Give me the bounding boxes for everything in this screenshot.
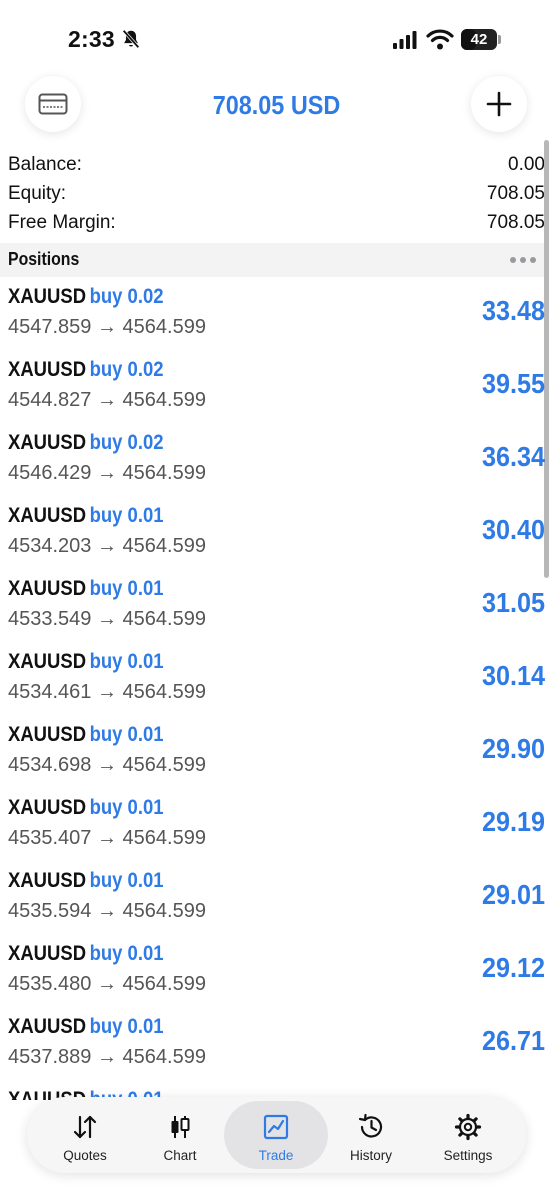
- bell-muted-icon: [122, 29, 140, 49]
- equity-label: Equity:: [8, 183, 67, 204]
- position-profit: 31.05: [481, 587, 545, 618]
- position-symbol: XAUUSD: [8, 431, 87, 454]
- account-equity-title: 708.05 USD: [212, 90, 341, 120]
- position-side: buy 0.01: [89, 577, 164, 600]
- position-prices: 4534.698 → 4564.599: [8, 754, 206, 776]
- position-side: buy 0.02: [89, 431, 164, 454]
- status-time: 2:33: [68, 26, 115, 52]
- position-prices: 4535.480 → 4564.599: [8, 973, 206, 995]
- balance-label: Balance:: [8, 154, 82, 175]
- position-symbol: XAUUSD: [8, 796, 87, 819]
- new-order-button[interactable]: [471, 76, 527, 132]
- position-row[interactable]: XAUUSD buy 0.01 4534.461 → 4564.599 30.14: [0, 645, 553, 718]
- position-profit: 30.40: [481, 514, 545, 545]
- position-profit: 36.34: [481, 441, 545, 472]
- position-side: buy 0.01: [89, 869, 164, 892]
- tab-chart-label: Chart: [163, 1148, 197, 1163]
- history-icon: [358, 1113, 383, 1138]
- position-profit: 39.55: [481, 368, 545, 399]
- tab-trade-label: Trade: [258, 1148, 294, 1163]
- gear-icon: [454, 1113, 482, 1141]
- position-side: buy 0.02: [89, 358, 164, 381]
- position-row[interactable]: XAUUSD buy 0.02 4546.429 → 4564.599 36.34: [0, 426, 553, 499]
- trade-chart-icon: [263, 1114, 289, 1140]
- position-prices: 4547.859 → 4564.599: [8, 316, 206, 338]
- position-row[interactable]: XAUUSD buy 0.01 4537.889 → 4564.599 26.71: [0, 1010, 553, 1083]
- position-profit: 26.71: [481, 1025, 545, 1056]
- positions-section-header: Positions: [0, 243, 546, 277]
- tab-quotes-label: Quotes: [63, 1148, 107, 1163]
- more-options-icon[interactable]: [510, 257, 536, 263]
- tab-history-label: History: [349, 1148, 392, 1163]
- positions-title: Positions: [8, 249, 80, 269]
- position-row[interactable]: XAUUSD buy 0.01 4535.594 → 4564.599 29.01: [0, 864, 553, 937]
- tab-history[interactable]: History: [319, 1101, 423, 1169]
- position-profit: 29.90: [481, 733, 545, 764]
- position-row[interactable]: XAUUSD buy 0.02 4544.827 → 4564.599 39.55: [0, 353, 553, 426]
- position-symbol: XAUUSD: [8, 285, 87, 308]
- header: 708.05 USD: [0, 76, 553, 138]
- position-symbol: XAUUSD: [8, 942, 87, 965]
- position-side: buy 0.01: [89, 504, 164, 527]
- tab-settings[interactable]: Settings: [416, 1101, 520, 1169]
- position-symbol: XAUUSD: [8, 650, 87, 673]
- position-symbol: XAUUSD: [8, 504, 87, 527]
- position-side: buy 0.01: [89, 796, 164, 819]
- position-symbol: XAUUSD: [8, 577, 87, 600]
- positions-list: XAUUSD buy 0.02 4547.859 → 4564.599 33.48…: [0, 280, 553, 1100]
- position-profit: 30.14: [481, 660, 545, 691]
- position-prices: 4535.594 → 4564.599: [8, 900, 206, 922]
- equity-row: Equity: 708.05: [8, 183, 545, 211]
- candlestick-icon: [171, 1116, 190, 1138]
- position-prices: 4534.461 → 4564.599: [8, 681, 206, 703]
- position-row[interactable]: XAUUSD buy 0.01 4535.480 → 4564.599 29.12: [0, 937, 553, 1010]
- position-row[interactable]: XAUUSD buy 0.01 4535.407 → 4564.599 29.19: [0, 791, 553, 864]
- position-row[interactable]: XAUUSD buy 0.01 4534.698 → 4564.599 29.90: [0, 718, 553, 791]
- position-symbol: XAUUSD: [8, 723, 87, 746]
- signal-icon: [393, 31, 417, 49]
- tab-chart[interactable]: Chart: [128, 1101, 232, 1169]
- position-profit: 33.48: [481, 295, 545, 326]
- position-side: buy 0.01: [89, 942, 164, 965]
- position-side: buy 0.01: [89, 650, 164, 673]
- position-side: buy 0.01: [89, 723, 164, 746]
- position-side: buy 0.02: [89, 285, 164, 308]
- free-margin-value: 708.05: [486, 212, 545, 233]
- position-symbol: XAUUSD: [8, 1015, 87, 1038]
- position-prices: 4544.827 → 4564.599: [8, 389, 206, 411]
- equity-value: 708.05: [486, 183, 545, 204]
- battery-cap: [498, 35, 501, 44]
- position-prices: 4534.203 → 4564.599: [8, 535, 206, 557]
- position-prices: 4537.889 → 4564.599: [8, 1046, 206, 1068]
- position-profit: 29.19: [481, 806, 545, 837]
- free-margin-row: Free Margin: 708.05: [8, 212, 545, 240]
- tab-quotes[interactable]: Quotes: [33, 1101, 137, 1169]
- position-symbol: XAUUSD: [8, 358, 87, 381]
- battery-indicator: 42: [461, 29, 497, 50]
- tab-settings-label: Settings: [443, 1148, 493, 1163]
- wifi-icon: [426, 29, 454, 50]
- tab-trade[interactable]: Trade: [224, 1101, 328, 1169]
- free-margin-label: Free Margin:: [8, 212, 116, 233]
- position-prices: 4533.549 → 4564.599: [8, 608, 206, 630]
- position-row[interactable]: XAUUSD buy 0.01 4533.549 → 4564.599 31.05: [0, 572, 553, 645]
- position-profit: 29.01: [481, 879, 545, 910]
- balance-value: 0.00: [508, 154, 545, 175]
- quotes-icon: [73, 1115, 97, 1139]
- position-prices: 4546.429 → 4564.599: [8, 462, 206, 484]
- balance-row: Balance: 0.00: [8, 154, 545, 182]
- position-row[interactable]: XAUUSD buy 0.02 4547.859 → 4564.599 33.48: [0, 280, 553, 353]
- tab-bar: Quotes Chart Trade History Settings: [27, 1097, 526, 1173]
- position-side: buy 0.01: [89, 1015, 164, 1038]
- status-bar: 2:33 42: [0, 0, 553, 70]
- plus-icon: [486, 91, 512, 117]
- battery-level: 42: [470, 31, 488, 48]
- position-profit: 29.12: [481, 952, 545, 983]
- position-row[interactable]: XAUUSD buy 0.01 4534.203 → 4564.599 30.40: [0, 499, 553, 572]
- position-symbol: XAUUSD: [8, 869, 87, 892]
- position-prices: 4535.407 → 4564.599: [8, 827, 206, 849]
